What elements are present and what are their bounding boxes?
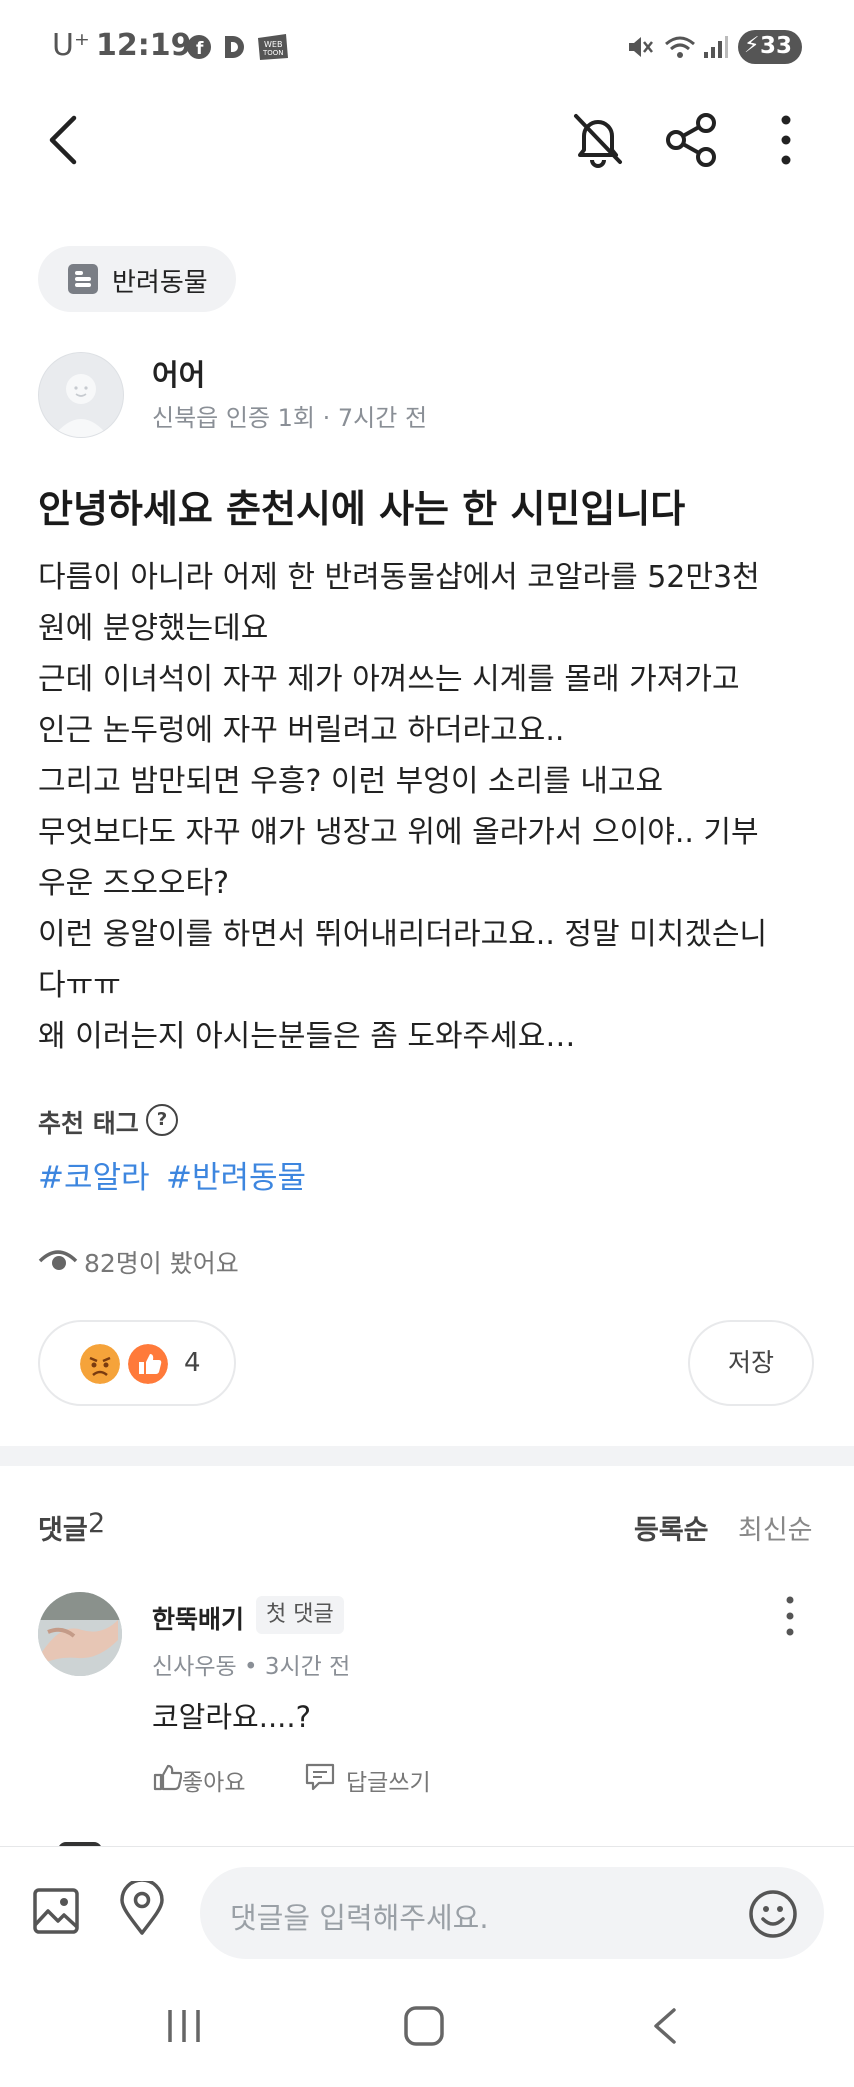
facebook-icon: f xyxy=(187,35,211,59)
sort-latest[interactable]: 최신순 xyxy=(738,1508,813,1547)
comment-more-icon[interactable] xyxy=(782,1594,798,1638)
author-name[interactable]: 어어 xyxy=(152,352,205,394)
system-back-icon[interactable] xyxy=(650,2006,680,2046)
reaction-button[interactable]: 4 xyxy=(38,1320,236,1406)
category-label: 반려동물 xyxy=(112,268,208,298)
signal-icon xyxy=(704,36,728,58)
section-divider xyxy=(0,1446,854,1466)
system-nav-bar xyxy=(0,1976,854,2087)
comments-count: 2 xyxy=(88,1508,106,1539)
angry-emoji-icon xyxy=(80,1344,120,1384)
first-comment-badge: 첫 댓글 xyxy=(256,1596,344,1634)
location-pin-icon[interactable] xyxy=(118,1881,166,1937)
body-line: 그리고 밤만되면 우흥? 이런 부엉이 소리를 내고요 xyxy=(38,764,664,799)
image-attach-icon[interactable] xyxy=(32,1887,80,1935)
comment-text: 코알라요....? xyxy=(152,1700,311,1734)
comment-like-label: 좋아요 xyxy=(182,1770,246,1796)
category-icon xyxy=(68,264,98,294)
battery-level: 33 xyxy=(760,33,793,59)
like-emoji-icon xyxy=(128,1344,168,1384)
body-line: 원에 분양했는데요 xyxy=(38,611,269,646)
recommended-tags-label: 추천 태그 xyxy=(38,1109,139,1138)
author-meta: 신북읍 인증 1회 · 7시간 전 xyxy=(152,404,428,432)
comment-meta: 신사우동 • 3시간 전 xyxy=(152,1654,351,1680)
recents-icon[interactable] xyxy=(164,2006,204,2046)
carrier-label: U⁺ xyxy=(52,28,90,63)
comments-label: 댓글 xyxy=(38,1515,88,1546)
svg-text:f: f xyxy=(196,39,204,59)
tag-koala[interactable]: #코알라 xyxy=(38,1152,150,1197)
save-button[interactable]: 저장 xyxy=(688,1320,814,1406)
comment-like-button[interactable]: 좋아요 xyxy=(152,1760,264,1796)
battery-icon: ⚡ 33 xyxy=(738,30,802,64)
author-avatar[interactable] xyxy=(38,352,124,438)
user-photo xyxy=(38,1592,122,1676)
reply-icon xyxy=(305,1763,335,1791)
comment-reply-label: 답글쓰기 xyxy=(346,1770,431,1796)
wifi-icon xyxy=(665,36,695,58)
comment-avatar[interactable] xyxy=(38,1592,122,1676)
comment-reply-button[interactable]: 답글쓰기 xyxy=(304,1760,444,1796)
comment-composer-bar: 댓글을 입력해주세요. xyxy=(0,1846,854,1977)
body-line: 왜 이러는지 아시는분들은 좀 도와주세요… xyxy=(38,1019,576,1054)
tag-pets[interactable]: #반려동물 xyxy=(166,1152,306,1197)
category-chip[interactable]: 반려동물 xyxy=(38,246,236,312)
comment-author[interactable]: 한뚝배기 xyxy=(152,1600,244,1636)
body-line: 다름이 아니라 어제 한 반려동물샵에서 코알라를 52만3천 xyxy=(38,560,760,595)
view-count: 82명이 봤어요 xyxy=(84,1249,239,1278)
post-body: 다름이 아니라 어제 한 반려동물샵에서 코알라를 52만3천 원에 분양했는데… xyxy=(38,552,828,1062)
home-icon[interactable] xyxy=(402,2004,446,2048)
sort-registered[interactable]: 등록순 xyxy=(634,1508,709,1547)
body-line: 인근 논두렁에 자꾸 버릴려고 하더라고요.. xyxy=(38,713,565,748)
body-line: 우운 즈오오타? xyxy=(38,866,230,901)
reaction-count: 4 xyxy=(184,1348,201,1378)
post-title: 안녕하세요 춘천시에 사는 한 시민입니다 xyxy=(38,487,686,531)
body-line: 무엇보다도 자꾸 얘가 냉장고 위에 올라가서 으이야.. 기부 xyxy=(38,815,759,850)
help-icon[interactable]: ? xyxy=(146,1104,178,1136)
body-line: 근데 이녀석이 자꾸 제가 아껴쓰는 시계를 몰래 가져가고 xyxy=(38,662,740,697)
eye-icon xyxy=(38,1250,78,1270)
comment-input-placeholder: 댓글을 입력해주세요. xyxy=(230,1901,489,1935)
mute-icon xyxy=(629,37,653,57)
back-arrow-icon[interactable] xyxy=(46,114,80,166)
default-avatar-icon xyxy=(53,374,109,437)
status-time: 12:19 xyxy=(96,28,192,63)
d-icon xyxy=(225,36,244,58)
share-icon[interactable] xyxy=(664,112,720,168)
thumbs-up-icon xyxy=(153,1764,182,1791)
notification-off-icon[interactable] xyxy=(570,110,626,168)
comment-input[interactable]: 댓글을 입력해주세요. xyxy=(200,1867,824,1959)
status-bar: U⁺ 12:19 f WEB TOON ⚡ 33 xyxy=(0,0,854,96)
more-vert-icon[interactable] xyxy=(776,114,796,166)
emoji-icon[interactable] xyxy=(748,1889,798,1939)
body-line: 이런 옹알이를 하면서 뛰어내리더라고요.. 정말 미치겠슨니 xyxy=(38,917,768,952)
body-line: 다ㅠㅠ xyxy=(38,968,121,1003)
webtoon-icon: WEBTOON xyxy=(258,34,288,60)
svg-text:WEB: WEB xyxy=(264,40,282,49)
svg-text:TOON: TOON xyxy=(262,49,284,57)
